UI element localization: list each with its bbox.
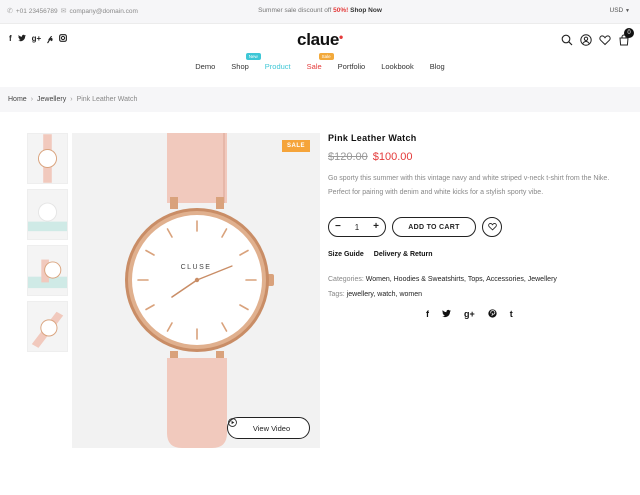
nav-label: Product <box>264 62 291 71</box>
chevron-down-icon: ▼ <box>625 8 630 14</box>
categories-row: Categories: Women, Hoodies & Sweatshirts… <box>328 272 557 287</box>
twitter-icon[interactable] <box>442 309 451 320</box>
nav-item-demo[interactable]: Demo <box>187 62 223 71</box>
site-logo[interactable]: claue• <box>0 30 640 50</box>
nav-item-sale[interactable]: Sale Sale <box>299 53 334 71</box>
site-header: f g+ 𝓅 claue• 0 Demo Shop New Product Sal… <box>0 24 640 86</box>
view-video-button[interactable]: View Video <box>227 417 310 439</box>
nav-item-blog[interactable]: Blog <box>422 62 453 71</box>
logo-text: claue <box>297 30 340 49</box>
nav-item-shop[interactable]: Shop New <box>223 53 261 71</box>
share-icons: f g+ t <box>426 309 513 320</box>
chevron-right-icon: › <box>70 96 73 103</box>
currency-selector[interactable]: USD ▼ <box>610 7 631 14</box>
google-plus-icon[interactable]: g+ <box>464 309 475 320</box>
facebook-icon[interactable]: f <box>426 309 429 320</box>
sale-tag: SALE <box>281 140 310 152</box>
original-price: $120.00 <box>328 151 368 163</box>
increase-button[interactable]: + <box>373 222 379 232</box>
nav-label: Sale <box>306 62 322 71</box>
thumbnail-4[interactable] <box>27 301 68 352</box>
heart-icon <box>487 218 497 236</box>
nav-item-portfolio[interactable]: Portfolio <box>330 62 374 71</box>
product-info: Pink Leather Watch $120.00 $100.00 Go sp… <box>328 133 628 319</box>
watch-brand-text: CLUSE <box>180 264 212 271</box>
categories-label: Categories: <box>328 276 364 283</box>
nav-item-lookbook[interactable]: Lookbook <box>373 62 422 71</box>
add-to-cart-button[interactable]: ADD TO CART <box>392 217 476 237</box>
nav-label: Shop <box>231 62 249 71</box>
currency-label: USD <box>609 7 624 14</box>
top-bar: ✆ +01 23456789 ✉ company@domain.com Summ… <box>0 0 640 24</box>
breadcrumb: Home › Jewellery › Pink Leather Watch <box>0 87 640 112</box>
nav-label: Lookbook <box>381 62 414 71</box>
search-icon[interactable] <box>561 33 573 46</box>
heart-icon[interactable] <box>599 33 611 46</box>
tumblr-icon[interactable]: t <box>510 309 513 320</box>
header-icons: 0 <box>561 28 634 46</box>
nav-label: Portfolio <box>337 62 366 71</box>
product-meta: Categories: Women, Hoodies & Sweatshirts… <box>328 272 557 302</box>
wishlist-button[interactable] <box>482 217 502 237</box>
tags-row: Tags: jewellery, watch, women <box>328 287 557 302</box>
quantity-value[interactable]: 1 <box>355 223 359 232</box>
breadcrumb-home[interactable]: Home <box>8 96 27 103</box>
delivery-return-link[interactable]: Delivery & Return <box>374 251 433 258</box>
categories-list[interactable]: Women, Hoodies & Sweatshirts, Tops, Acce… <box>366 276 557 283</box>
product-main-image[interactable]: CLUSE SALE View Video <box>72 133 320 448</box>
logo-dot: • <box>339 30 343 44</box>
watch-illustration <box>125 133 274 448</box>
thumbnail-2[interactable] <box>27 189 68 240</box>
promo-percent: 50%! <box>333 7 349 14</box>
new-badge: New <box>245 53 261 60</box>
nav-label: Demo <box>195 62 216 71</box>
info-links: Size Guide Delivery & Return <box>328 251 433 258</box>
main-nav: Demo Shop New Product Sale Sale Portfolio … <box>0 53 640 71</box>
user-icon[interactable] <box>580 33 592 46</box>
cart-icon[interactable]: 0 <box>618 28 634 46</box>
thumbnail-3[interactable] <box>27 245 68 296</box>
size-guide-link[interactable]: Size Guide <box>328 251 364 258</box>
cart-count-badge: 0 <box>624 28 634 38</box>
chevron-right-icon: › <box>30 96 34 103</box>
promo-shop-link[interactable]: Shop Now <box>350 7 382 14</box>
view-video-label: View Video <box>252 423 291 433</box>
pinterest-icon[interactable] <box>488 309 497 320</box>
nav-item-product[interactable]: Product <box>257 62 299 71</box>
purchase-row: − 1 + ADD TO CART <box>328 217 502 237</box>
price-block: $120.00 $100.00 <box>328 151 628 163</box>
promo-text: Summer sale discount off <box>258 7 332 14</box>
product-description: Go sporty this summer with this vintage … <box>328 175 610 196</box>
sale-price: $100.00 <box>372 151 413 163</box>
promo-banner: Summer sale discount off 50%! Shop Now <box>0 7 640 14</box>
nav-label: Blog <box>429 62 445 71</box>
breadcrumb-category[interactable]: Jewellery <box>37 96 66 103</box>
tags-label: Tags: <box>328 291 345 298</box>
quantity-stepper: − 1 + <box>328 217 386 237</box>
thumbnail-1[interactable] <box>27 133 68 184</box>
product-title: Pink Leather Watch <box>328 133 417 143</box>
tags-list[interactable]: jewellery, watch, women <box>347 291 422 298</box>
breadcrumb-current: Pink Leather Watch <box>76 96 138 103</box>
sale-badge: Sale <box>318 53 334 60</box>
decrease-button[interactable]: − <box>335 222 341 232</box>
